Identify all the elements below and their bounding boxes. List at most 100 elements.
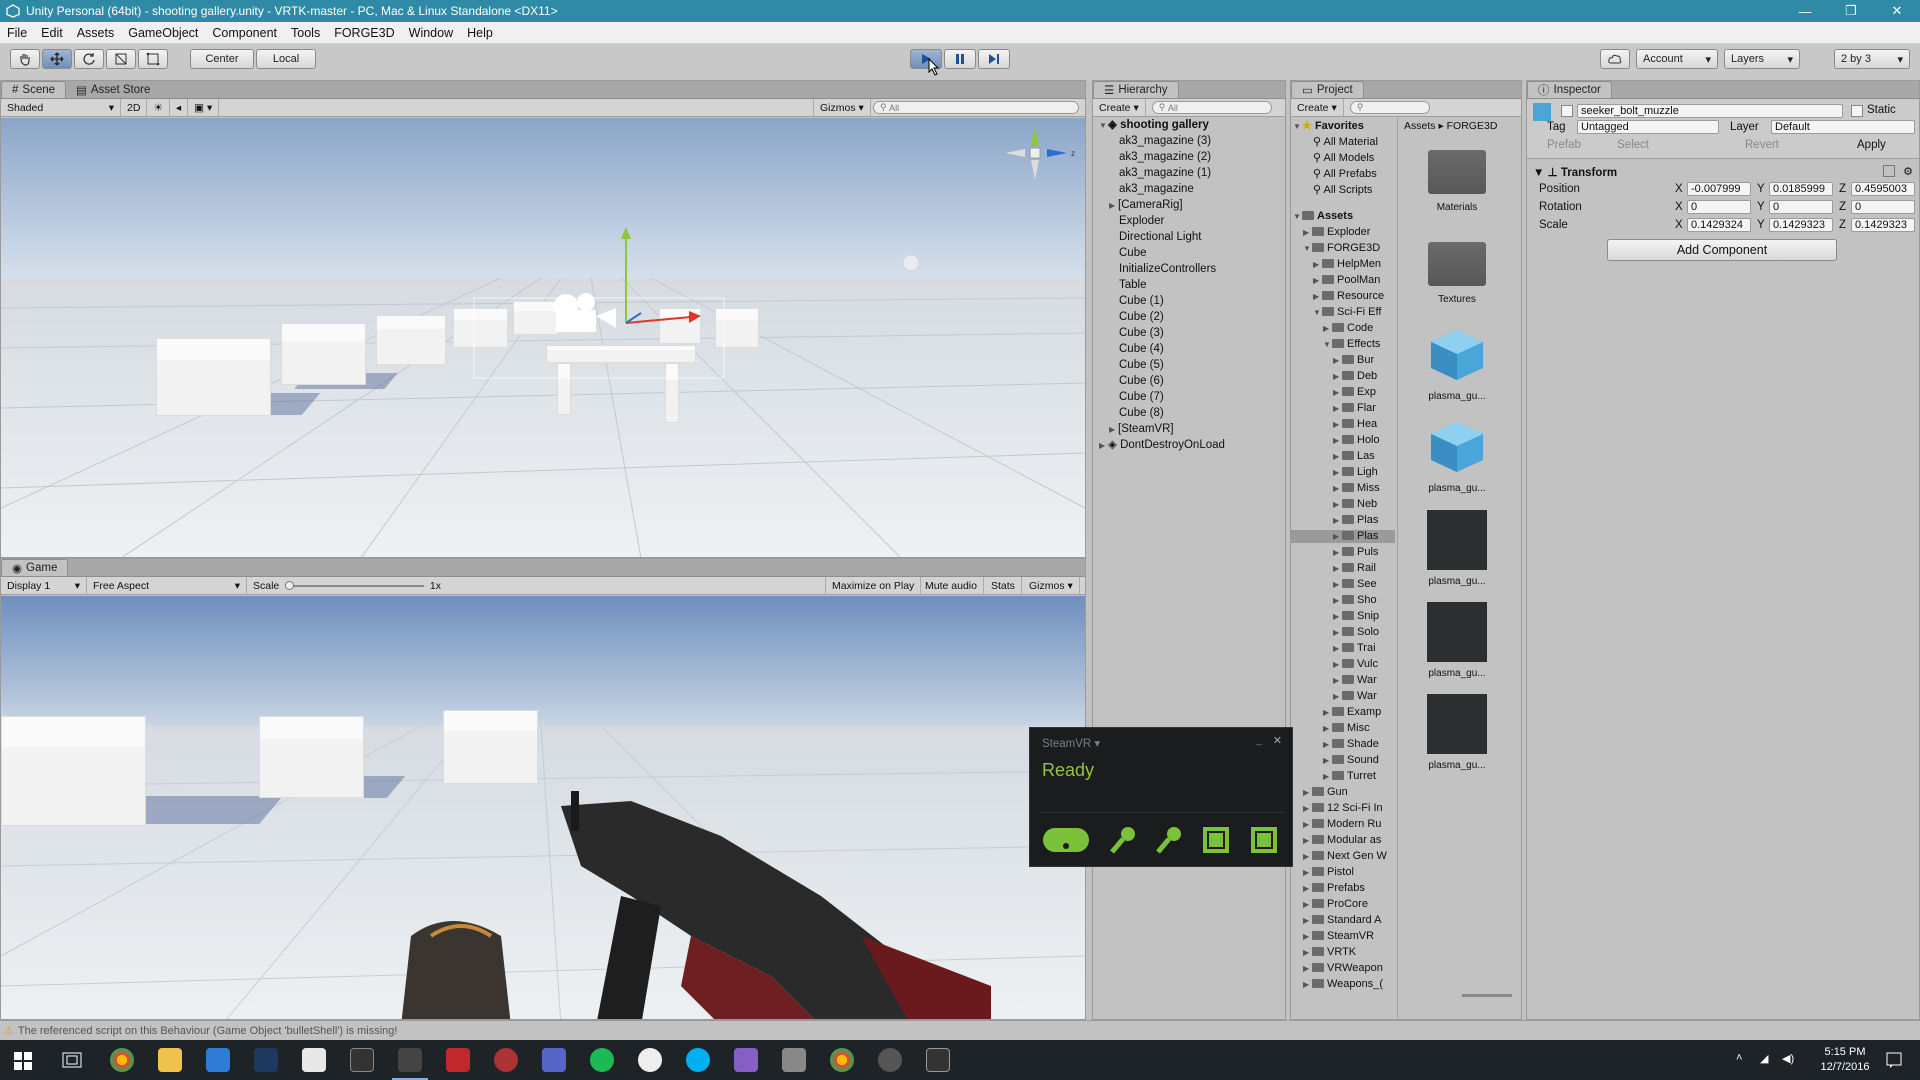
collapsed-arrow-icon[interactable]: ▶ <box>1333 434 1342 447</box>
project-folder-item[interactable]: ▶ 12 Sci-Fi In <box>1303 802 1383 815</box>
prefab-select-button[interactable]: Select <box>1617 139 1649 151</box>
project-folder-item[interactable]: ▶ Prefabs <box>1303 882 1365 895</box>
volume-icon[interactable]: ◀) <box>1782 1052 1794 1065</box>
pivot-center-button[interactable]: Center <box>190 49 254 69</box>
hierarchy-item[interactable]: InitializeControllers <box>1119 263 1216 276</box>
project-folder-item[interactable]: ▶ Ligh <box>1333 466 1378 479</box>
prefab-apply-button[interactable]: Apply <box>1857 139 1886 151</box>
collapsed-arrow-icon[interactable]: ▶ <box>1303 850 1312 863</box>
status-bar[interactable]: ⚠ The referenced script on this Behaviou… <box>0 1020 1920 1040</box>
discord-icon[interactable] <box>542 1048 566 1072</box>
project-folder-item[interactable]: ▼ FORGE3D <box>1303 242 1380 255</box>
collapsed-arrow-icon[interactable]: ▶ <box>1303 802 1312 815</box>
scale-slider-track[interactable] <box>285 580 424 590</box>
2d-toggle[interactable]: 2D <box>121 98 148 117</box>
tab-scene[interactable]: # Scene <box>1 81 67 98</box>
scene-root-item[interactable]: ▼◈ shooting gallery <box>1099 119 1209 132</box>
stats-toggle[interactable]: Stats <box>985 576 1022 595</box>
project-folder-item[interactable]: ▶ SteamVR <box>1303 930 1374 943</box>
hierarchy-item[interactable]: Cube (5) <box>1119 359 1164 372</box>
layers-dropdown[interactable]: Layers ▾ <box>1724 49 1800 69</box>
calculator-icon[interactable] <box>350 1048 374 1072</box>
steamvr-taskbar-icon[interactable] <box>926 1048 950 1072</box>
project-folder-item[interactable]: ▶ War <box>1333 674 1377 687</box>
cube-object[interactable] <box>281 323 366 385</box>
collapsed-arrow-icon[interactable]: ▶ <box>1323 770 1332 783</box>
asset-prefab[interactable]: plasma_gu... <box>1422 326 1492 402</box>
aspect-dropdown[interactable]: Free Aspect ▾ <box>87 576 247 595</box>
pivot-local-button[interactable]: Local <box>256 49 316 69</box>
spotify-icon[interactable] <box>590 1048 614 1072</box>
tab-game[interactable]: ◉ Game <box>1 559 69 576</box>
position-x-field[interactable]: -0.007999 <box>1687 182 1751 196</box>
active-checkbox[interactable] <box>1561 105 1573 117</box>
collapsed-arrow-icon[interactable]: ▶ <box>1303 946 1312 959</box>
project-folder-item[interactable]: ▶ See <box>1333 578 1377 591</box>
hierarchy-search-input[interactable]: ⚲ All <box>1151 101 1272 114</box>
unity-taskbar-icon[interactable] <box>392 1048 428 1080</box>
audio-toggle[interactable]: ◂ <box>170 98 189 117</box>
project-folder-item[interactable]: ▶ VRTK <box>1303 946 1356 959</box>
project-folder-item[interactable]: ▶ Sound <box>1323 754 1379 767</box>
game-gizmos-dropdown[interactable]: Gizmos ▾ <box>1023 576 1080 595</box>
pause-button[interactable] <box>944 49 976 69</box>
breadcrumb-item[interactable]: Assets <box>1404 120 1436 132</box>
collapsed-arrow-icon[interactable]: ▶ <box>1323 322 1332 335</box>
display-dropdown[interactable]: Display 1 ▾ <box>1 576 87 595</box>
expanded-arrow-icon[interactable]: ▼ <box>1323 338 1332 351</box>
collapsed-arrow-icon[interactable]: ▶ <box>1333 418 1342 431</box>
project-folder-item[interactable]: ▶ Hea <box>1333 418 1377 431</box>
notifications-icon[interactable] <box>1886 1052 1902 1068</box>
hierarchy-item[interactable]: Cube (3) <box>1119 327 1164 340</box>
collapsed-arrow-icon[interactable]: ▶ <box>1333 370 1342 383</box>
asset-folder-textures[interactable]: Textures <box>1422 234 1492 305</box>
mute-audio-toggle[interactable]: Mute audio <box>919 576 984 595</box>
menu-component[interactable]: Component <box>205 26 284 40</box>
steamvr-menu[interactable]: SteamVR ▾ <box>1042 736 1100 750</box>
collapsed-arrow-icon[interactable]: ▶ <box>1303 962 1312 975</box>
project-folder-item[interactable]: ▶ ProCore <box>1303 898 1368 911</box>
expanded-arrow-icon[interactable]: ▼ <box>1313 306 1322 319</box>
lighting-toggle[interactable]: ☀ <box>147 98 170 117</box>
object-name-field[interactable]: seeker_bolt_muzzle <box>1577 104 1843 118</box>
scene-orientation-gizmo[interactable]: z <box>1001 118 1081 198</box>
project-folder-item[interactable]: ▶ Puls <box>1333 546 1378 559</box>
menu-forge3d[interactable]: FORGE3D <box>327 26 401 40</box>
project-folder-item[interactable]: ▶ Shade <box>1323 738 1379 751</box>
hierarchy-item[interactable]: Cube (8) <box>1119 407 1164 420</box>
project-folder-item[interactable]: ▼ Effects <box>1323 338 1380 351</box>
collapsed-arrow-icon[interactable]: ▶ <box>1303 818 1312 831</box>
project-folder-item[interactable]: ▶ Next Gen W <box>1303 850 1387 863</box>
scale-slider[interactable]: Scale 1x <box>247 577 447 595</box>
scale-z-field[interactable]: 0.1429323 <box>1851 218 1915 232</box>
project-folder-item[interactable]: ▶ Resource <box>1313 290 1384 303</box>
rotation-z-field[interactable]: 0 <box>1851 200 1915 214</box>
hierarchy-item[interactable]: Cube (4) <box>1119 343 1164 356</box>
project-folder-item[interactable]: ▶ Snip <box>1333 610 1379 623</box>
hierarchy-item[interactable]: Exploder <box>1119 215 1164 228</box>
collapsed-arrow-icon[interactable]: ▶ <box>1303 882 1312 895</box>
scale-x-field[interactable]: 0.1429324 <box>1687 218 1751 232</box>
visual-studio-icon[interactable] <box>734 1048 758 1072</box>
layout-dropdown[interactable]: 2 by 3 ▾ <box>1834 49 1910 69</box>
menu-tools[interactable]: Tools <box>284 26 327 40</box>
collapsed-arrow-icon[interactable]: ▶ <box>1333 674 1342 687</box>
breadcrumb-item[interactable]: FORGE3D <box>1447 120 1498 132</box>
project-folder-item[interactable]: ▶ Weapons_( <box>1303 978 1383 991</box>
steam-icon[interactable] <box>254 1048 278 1072</box>
collapsed-arrow-icon[interactable]: ▶ <box>1333 562 1342 575</box>
collapsed-arrow-icon[interactable]: ▶ <box>1303 930 1312 943</box>
close-button[interactable]: ✕ <box>1874 0 1920 22</box>
collapsed-arrow-icon[interactable]: ▶ <box>1333 530 1342 543</box>
hierarchy-item[interactable]: Cube <box>1119 247 1147 260</box>
menu-help[interactable]: Help <box>460 26 500 40</box>
project-folder-item[interactable]: ▶ Sho <box>1333 594 1377 607</box>
minimize-icon[interactable]: _ <box>1256 734 1262 746</box>
collapsed-arrow-icon[interactable]: ▶ <box>1323 706 1332 719</box>
asset-prefab[interactable]: plasma_gu... <box>1422 694 1492 771</box>
app-red-round-icon[interactable] <box>494 1048 518 1072</box>
collapsed-arrow-icon[interactable]: ▶ <box>1333 690 1342 703</box>
cube-object[interactable] <box>156 338 271 416</box>
collapsed-arrow-icon[interactable]: ▶ <box>1303 866 1312 879</box>
prefab-revert-button[interactable]: Revert <box>1745 139 1779 151</box>
